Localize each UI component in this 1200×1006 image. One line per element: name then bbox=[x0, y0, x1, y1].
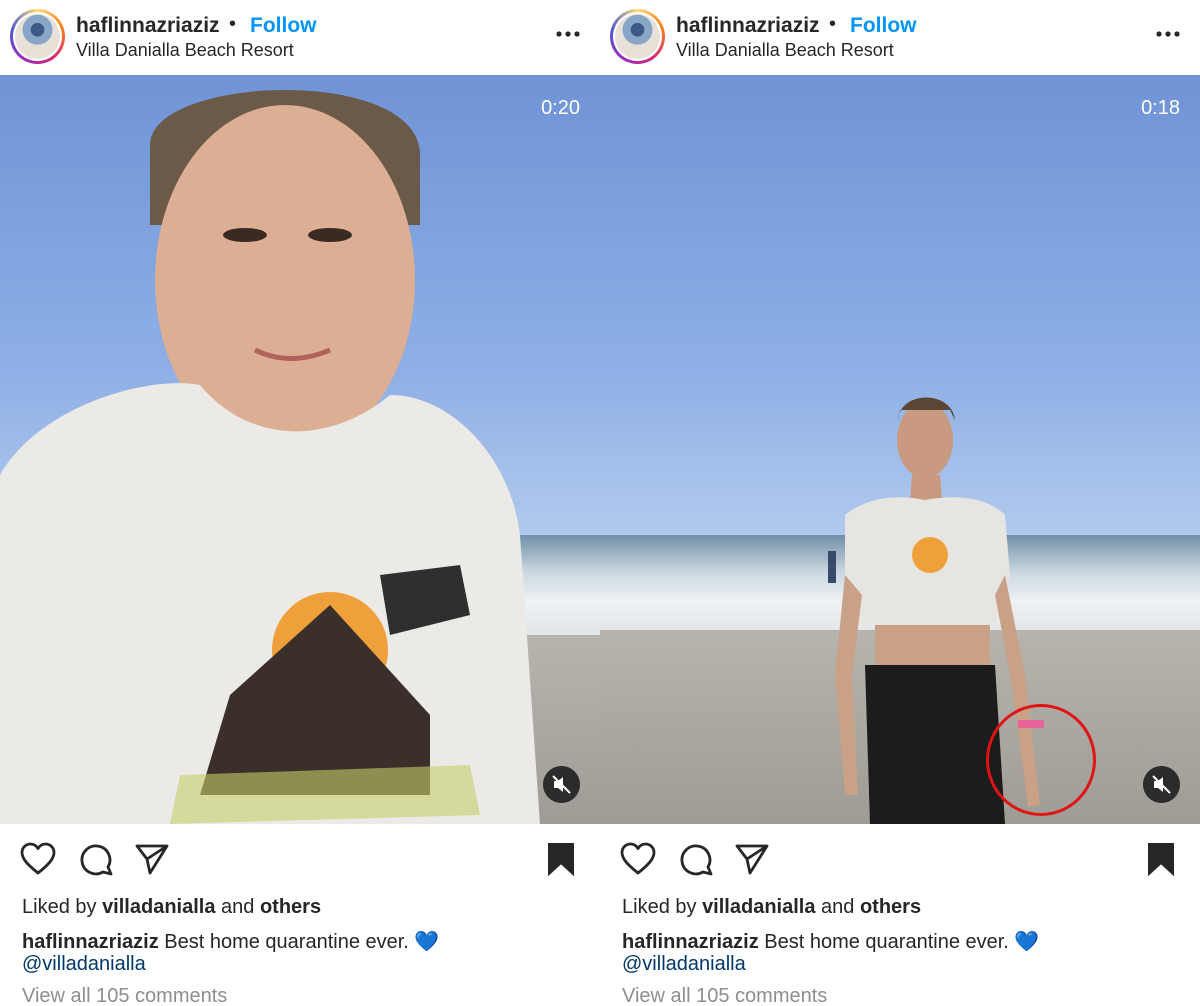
video-timer: 0:20 bbox=[541, 97, 580, 119]
instagram-post-left: haflinnazriaziz • Follow Villa Danialla … bbox=[0, 0, 600, 1006]
more-icon[interactable] bbox=[1153, 24, 1183, 44]
view-comments-link[interactable]: View all 105 comments bbox=[622, 985, 827, 1006]
username[interactable]: haflinnazriaziz bbox=[76, 14, 220, 38]
action-bar bbox=[600, 824, 1200, 896]
instagram-post-right: haflinnazriaziz • Follow Villa Danialla … bbox=[600, 0, 1200, 1006]
send-icon[interactable] bbox=[734, 842, 770, 876]
mention-link[interactable]: @villadanialla bbox=[22, 953, 146, 976]
location-link[interactable]: Villa Danialla Beach Resort bbox=[676, 40, 894, 61]
send-icon[interactable] bbox=[134, 842, 170, 876]
video-timer: 0:18 bbox=[1141, 97, 1180, 119]
person-standing bbox=[828, 397, 1044, 824]
more-icon[interactable] bbox=[553, 24, 583, 44]
bookmark-icon[interactable] bbox=[1146, 842, 1176, 876]
comment-icon[interactable] bbox=[78, 842, 114, 876]
speaker-muted-icon[interactable] bbox=[1143, 766, 1180, 803]
likes-summary: Liked by villadanialla and others bbox=[622, 896, 922, 918]
follow-button[interactable]: Follow bbox=[850, 14, 917, 38]
bookmark-icon[interactable] bbox=[546, 842, 576, 876]
heart-icon[interactable] bbox=[20, 842, 56, 876]
view-comments-link[interactable]: View all 105 comments bbox=[22, 985, 227, 1006]
person-selfie bbox=[0, 90, 540, 824]
comment-icon[interactable] bbox=[678, 842, 714, 876]
liked-by-user[interactable]: villadanialla bbox=[702, 896, 815, 918]
annotation-circle bbox=[986, 704, 1096, 816]
post-caption: haflinnazriaziz Best home quarantine eve… bbox=[622, 929, 1039, 954]
avatar[interactable] bbox=[10, 9, 65, 64]
username[interactable]: haflinnazriaziz bbox=[676, 14, 820, 38]
caption-username[interactable]: haflinnazriaziz bbox=[22, 931, 159, 953]
separator-dot: • bbox=[829, 13, 837, 35]
video-media[interactable]: 0:20 bbox=[0, 75, 600, 824]
mention-link[interactable]: @villadanialla bbox=[622, 953, 746, 976]
location-link[interactable]: Villa Danialla Beach Resort bbox=[76, 40, 294, 61]
avatar[interactable] bbox=[610, 9, 665, 64]
liked-by-others[interactable]: others bbox=[860, 896, 921, 918]
caption-text: Best home quarantine ever. 💙 bbox=[164, 931, 440, 953]
heart-icon[interactable] bbox=[620, 842, 656, 876]
separator-dot: • bbox=[229, 13, 237, 35]
post-header: haflinnazriaziz • Follow Villa Danialla … bbox=[600, 0, 1200, 75]
speaker-muted-icon[interactable] bbox=[543, 766, 580, 803]
post-header: haflinnazriaziz • Follow Villa Danialla … bbox=[0, 0, 600, 75]
caption-username[interactable]: haflinnazriaziz bbox=[622, 931, 759, 953]
action-bar bbox=[0, 824, 600, 896]
video-media[interactable]: 0:18 bbox=[600, 75, 1200, 824]
liked-by-user[interactable]: villadanialla bbox=[102, 896, 215, 918]
likes-summary: Liked by villadanialla and others bbox=[22, 896, 322, 918]
follow-button[interactable]: Follow bbox=[250, 14, 317, 38]
liked-by-others[interactable]: others bbox=[260, 896, 321, 918]
caption-text: Best home quarantine ever. 💙 bbox=[764, 931, 1040, 953]
post-caption: haflinnazriaziz Best home quarantine eve… bbox=[22, 929, 439, 954]
